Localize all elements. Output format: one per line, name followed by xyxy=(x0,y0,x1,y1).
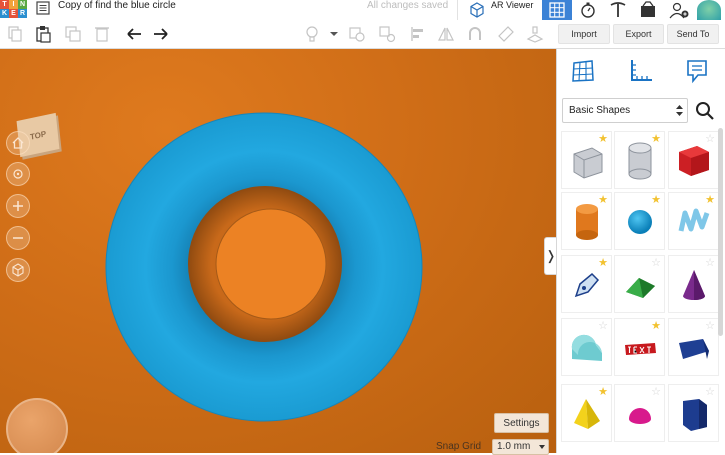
favorite-star-icon[interactable]: ☆ xyxy=(705,258,715,269)
torus-with-cylinder[interactable] xyxy=(0,49,556,453)
box-hole-shape[interactable]: ★ xyxy=(561,131,612,189)
import-button[interactable]: Import xyxy=(558,24,610,44)
favorite-star-icon[interactable]: ☆ xyxy=(705,321,715,332)
chevron-down-icon xyxy=(539,445,545,449)
logo-letter: N xyxy=(18,0,27,9)
roof-shape[interactable]: ☆ xyxy=(614,255,665,313)
align-icon[interactable] xyxy=(408,24,428,44)
edit-toolbar: Import Export Send To xyxy=(0,20,725,49)
duplicate-icon[interactable] xyxy=(63,24,83,44)
box-shape[interactable]: ☆ xyxy=(668,131,719,189)
shapes-scrollbar[interactable] xyxy=(718,128,723,336)
add-user-icon[interactable] xyxy=(663,0,693,20)
send-to-button[interactable]: Send To xyxy=(667,24,719,44)
logo-letter: I xyxy=(9,0,18,9)
ar-viewer-label: AR Viewer xyxy=(491,0,534,10)
settings-button[interactable]: Settings xyxy=(494,413,549,433)
text-shape[interactable]: ★ xyxy=(614,318,665,376)
wedge-shape[interactable]: ☆ xyxy=(668,318,719,376)
favorite-star-icon[interactable]: ☆ xyxy=(651,387,661,398)
favorite-star-icon[interactable]: ☆ xyxy=(598,321,608,332)
plus-icon xyxy=(13,201,23,211)
ruler-icon[interactable] xyxy=(496,24,516,44)
favorite-star-icon[interactable]: ★ xyxy=(651,195,661,206)
bricks-pickaxe-icon[interactable] xyxy=(603,0,633,20)
zoom-out-button[interactable] xyxy=(6,226,30,250)
redo-icon[interactable] xyxy=(151,24,171,44)
cylinder-shape[interactable]: ★ xyxy=(561,192,612,250)
workplane-canvas[interactable]: TOP xyxy=(0,49,556,453)
snap-grid-label: Snap Grid xyxy=(436,441,482,452)
undo-icon[interactable] xyxy=(124,24,144,44)
chevron-down-icon[interactable] xyxy=(324,24,344,44)
target-icon xyxy=(13,169,23,179)
favorite-star-icon[interactable]: ☆ xyxy=(651,258,661,269)
logo-letter: R xyxy=(18,9,27,18)
fit-view-button[interactable] xyxy=(6,162,30,186)
home-view-button[interactable] xyxy=(6,131,30,155)
favorite-star-icon[interactable]: ☆ xyxy=(705,387,715,398)
logo-letter: E xyxy=(9,9,18,18)
favorite-star-icon[interactable]: ★ xyxy=(598,195,608,206)
search-icon[interactable] xyxy=(692,98,718,123)
design-menu-icon[interactable] xyxy=(36,1,50,15)
perspective-button[interactable] xyxy=(6,258,30,282)
view-cube-label: TOP xyxy=(29,128,47,142)
copy-icon[interactable] xyxy=(5,24,25,44)
save-status: All changes saved xyxy=(367,0,449,11)
3d-design-view-button[interactable] xyxy=(542,0,572,20)
favorite-star-icon[interactable]: ★ xyxy=(598,134,608,145)
grid-icon xyxy=(549,2,565,18)
shape-library-select[interactable]: Basic Shapes xyxy=(562,98,688,123)
top-bar: T I N K E R Copy of find the blue circle… xyxy=(0,0,725,21)
paste-icon[interactable] xyxy=(33,24,53,44)
mirror-icon[interactable] xyxy=(436,24,456,44)
round-roof-shape[interactable]: ☆ xyxy=(561,318,612,376)
sim-lab-box-icon[interactable] xyxy=(633,0,663,20)
favorite-star-icon[interactable]: ★ xyxy=(598,258,608,269)
shape-library-value: Basic Shapes xyxy=(569,105,631,116)
ar-viewer-button[interactable]: AR Viewer xyxy=(457,0,543,20)
workplane-icon[interactable] xyxy=(525,24,545,44)
cruise-magnet-icon[interactable] xyxy=(465,24,485,44)
favorite-star-icon[interactable]: ★ xyxy=(598,387,608,398)
ungroup-icon[interactable] xyxy=(377,24,397,44)
design-title[interactable]: Copy of find the blue circle xyxy=(58,0,176,11)
favorite-star-icon[interactable]: ★ xyxy=(705,195,715,206)
group-icon[interactable] xyxy=(347,24,367,44)
sphere-shape[interactable]: ★ xyxy=(614,192,665,250)
shape-generator-pen-shape[interactable]: ★ xyxy=(561,255,612,313)
cube-icon xyxy=(12,263,24,277)
orbit-joystick[interactable] xyxy=(6,398,68,453)
snap-grid-value: 1.0 mm xyxy=(497,441,531,452)
zoom-in-button[interactable] xyxy=(6,194,30,218)
user-avatar[interactable] xyxy=(697,0,721,20)
chevron-right-icon: ❭ xyxy=(545,248,557,263)
delete-icon[interactable] xyxy=(92,24,112,44)
select-updown-icon xyxy=(676,105,683,116)
pyramid-shape[interactable]: ★ xyxy=(561,384,612,442)
logo-letter: T xyxy=(0,0,9,9)
favorite-star-icon[interactable]: ★ xyxy=(651,134,661,145)
polygon-shape[interactable]: ☆ xyxy=(668,384,719,442)
favorite-star-icon[interactable]: ☆ xyxy=(705,134,715,145)
light-bulb-icon[interactable] xyxy=(302,24,322,44)
minus-icon xyxy=(13,237,23,239)
logo-letter: K xyxy=(0,9,9,18)
ar-cube-icon xyxy=(470,2,484,18)
cylinder-hole-shape[interactable]: ★ xyxy=(614,131,665,189)
home-icon xyxy=(12,137,24,149)
ruler-icon[interactable] xyxy=(627,57,655,85)
blocks-stopwatch-icon[interactable] xyxy=(573,0,603,20)
cone-shape[interactable]: ☆ xyxy=(668,255,719,313)
notes-icon[interactable] xyxy=(683,57,711,85)
favorite-star-icon[interactable]: ★ xyxy=(651,321,661,332)
half-sphere-shape[interactable]: ☆ xyxy=(614,384,665,442)
workplane-grid-icon[interactable] xyxy=(569,57,597,85)
export-button[interactable]: Export xyxy=(613,24,664,44)
scribble-shape[interactable]: ★ xyxy=(668,192,719,250)
cylinder-shape[interactable] xyxy=(215,208,327,320)
tinkercad-logo[interactable]: T I N K E R xyxy=(0,0,28,18)
